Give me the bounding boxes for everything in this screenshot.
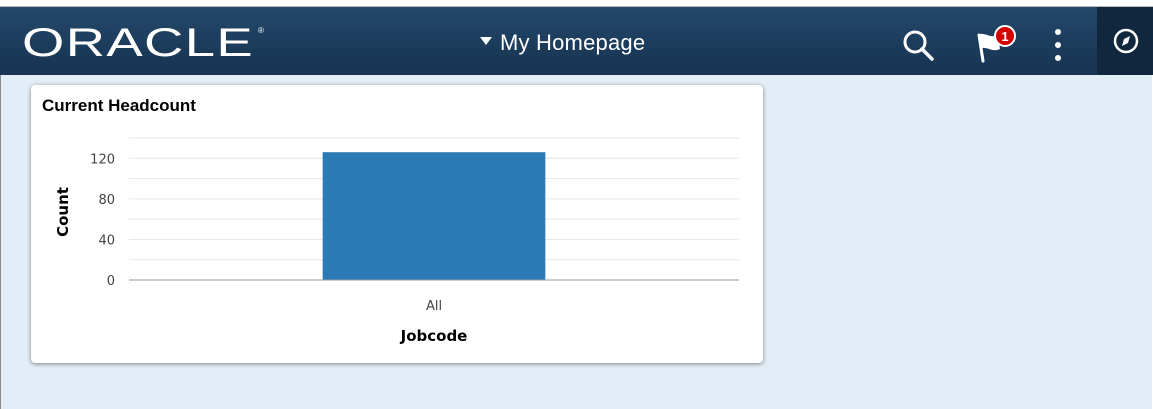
more-vertical-icon xyxy=(1055,29,1061,35)
page-title: My Homepage xyxy=(500,30,646,55)
navbar-compass-icon xyxy=(1113,28,1139,54)
header-banner: ORACLE ® My Homepage 1 xyxy=(0,7,1153,75)
homepage-selector[interactable]: My Homepage xyxy=(480,29,645,57)
window-top-edge xyxy=(0,0,1153,7)
y-tick-label: 80 xyxy=(98,193,115,208)
svg-text:®: ® xyxy=(258,26,264,35)
search-button[interactable] xyxy=(900,27,938,65)
search-icon xyxy=(903,30,934,61)
caret-down-icon xyxy=(480,37,492,45)
x-tick-label: All xyxy=(426,299,442,314)
y-axis-label: Count xyxy=(54,187,72,237)
y-tick-label: 120 xyxy=(90,152,115,167)
bar xyxy=(322,152,546,280)
headcount-bar-chart: 0 40 80 120 All Jobcode Count xyxy=(54,137,739,345)
kebab-dot xyxy=(1055,55,1061,61)
kebab-dot xyxy=(1055,42,1061,48)
notification-badge: 1 xyxy=(994,25,1016,47)
headcount-tile[interactable]: Current Headcount 0 40 80 120 All Jobcode Coun… xyxy=(31,85,763,363)
logo-text: ORACLE xyxy=(22,23,254,63)
oracle-logo[interactable]: ORACLE ® xyxy=(22,23,266,63)
notifications-button[interactable]: 1 xyxy=(970,23,1020,65)
actions-menu-button[interactable] xyxy=(1050,27,1066,63)
y-tick-label: 0 xyxy=(107,274,115,289)
x-axis-label: Jobcode xyxy=(400,327,468,345)
navbar-button[interactable] xyxy=(1098,7,1153,75)
y-tick-label: 40 xyxy=(98,233,115,248)
